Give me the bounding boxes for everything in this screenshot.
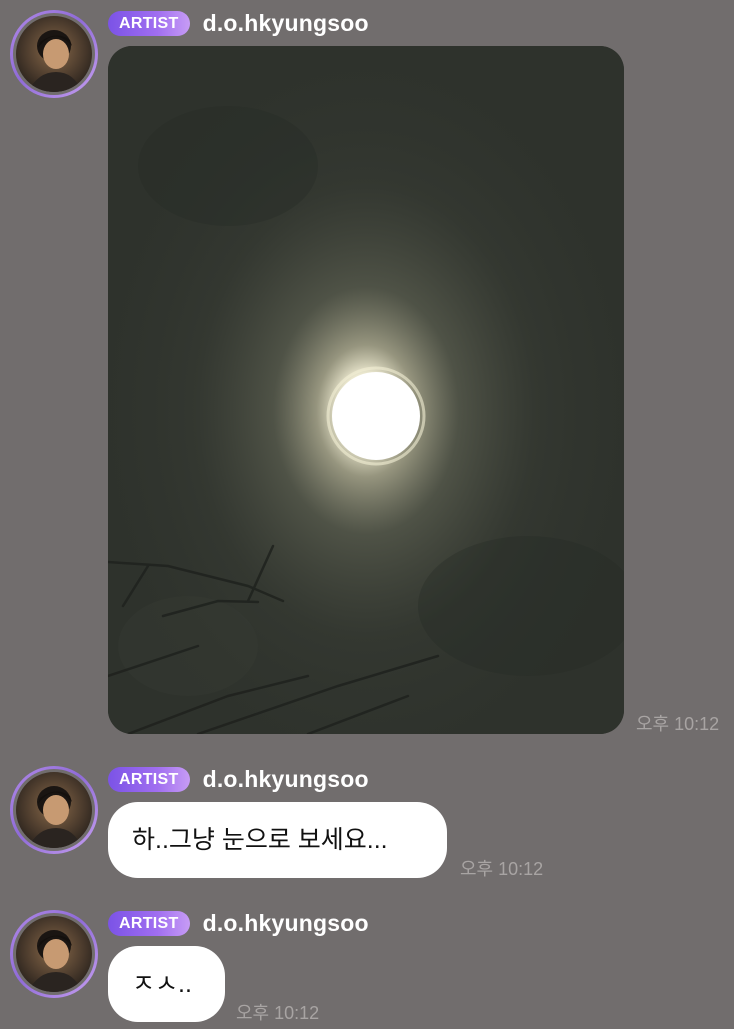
sender-row: ARTIST d.o.hkyungsoo: [108, 910, 369, 936]
text-message[interactable]: 하..그냥 눈으로 보세요...: [108, 802, 447, 878]
sender-row: ARTIST d.o.hkyungsoo: [108, 766, 369, 792]
avatar-ring: [13, 769, 95, 851]
profile-photo-icon: [16, 16, 92, 92]
image-message[interactable]: [108, 46, 624, 734]
timestamp: 오후 10:12: [460, 859, 544, 879]
avatar[interactable]: [10, 766, 98, 854]
profile-photo-icon: [16, 916, 92, 992]
artist-badge: ARTIST: [108, 910, 190, 936]
avatar[interactable]: [10, 10, 98, 98]
sender-row: ARTIST d.o.hkyungsoo: [108, 10, 369, 36]
profile-photo-icon: [16, 772, 92, 848]
timestamp: 오후 10:12: [236, 1003, 320, 1023]
artist-badge: ARTIST: [108, 10, 190, 36]
username[interactable]: d.o.hkyungsoo: [203, 10, 369, 37]
text-message[interactable]: ㅈㅅ..: [108, 946, 225, 1022]
avatar-ring: [13, 913, 95, 995]
timestamp: 오후 10:12: [636, 714, 720, 734]
avatar[interactable]: [10, 910, 98, 998]
username[interactable]: d.o.hkyungsoo: [203, 910, 369, 937]
artist-badge: ARTIST: [108, 766, 190, 792]
username[interactable]: d.o.hkyungsoo: [203, 766, 369, 793]
avatar-ring: [13, 13, 95, 95]
moon-photo-icon: [108, 46, 624, 734]
